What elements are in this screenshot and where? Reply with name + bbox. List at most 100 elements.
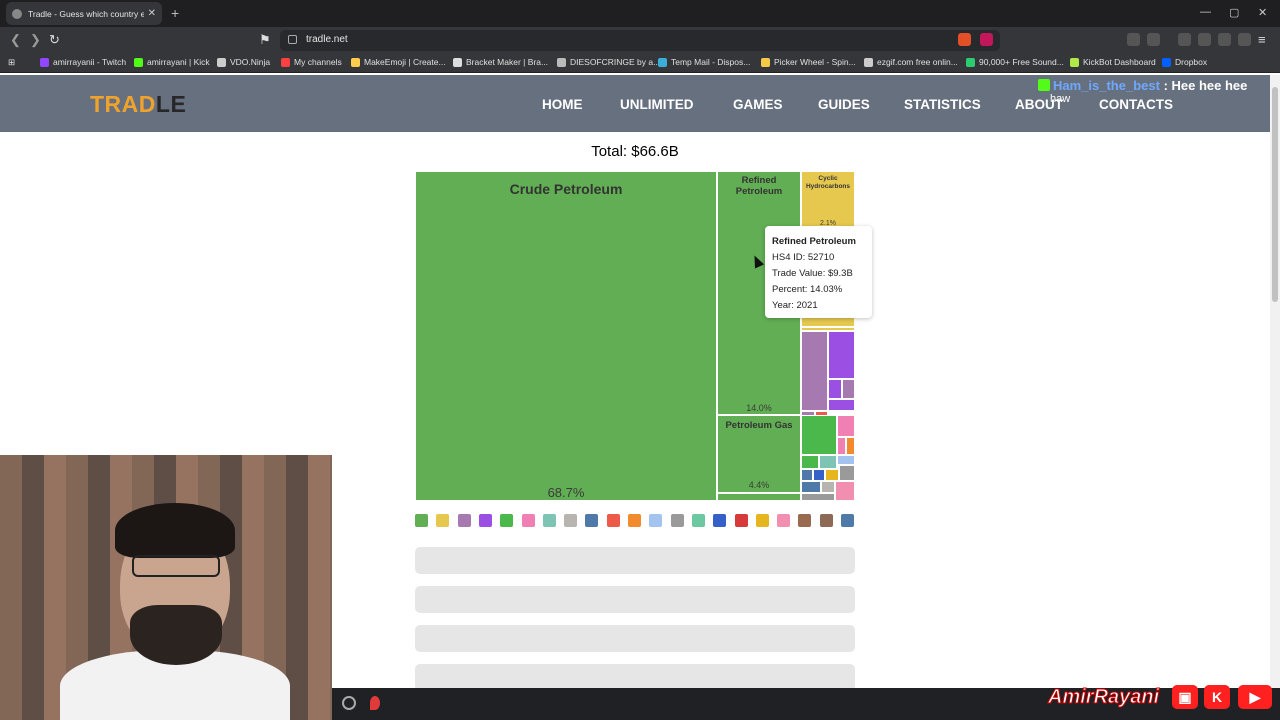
treemap-cell-minor[interactable] <box>801 481 821 493</box>
tab-close-icon[interactable]: ✕ <box>148 8 156 19</box>
minimize-icon[interactable]: — <box>1200 6 1211 18</box>
treemap-cell-minor[interactable] <box>819 455 837 469</box>
legend-swatch[interactable] <box>564 514 578 527</box>
scrollbar-thumb[interactable] <box>1272 87 1278 302</box>
maximize-icon[interactable]: ▢ <box>1229 6 1239 19</box>
treemap-cell-petroleum-gas[interactable]: Petroleum Gas 4.4% <box>717 415 801 493</box>
sidebar-icon[interactable] <box>1178 33 1191 46</box>
bookmark-item[interactable]: Picker Wheel - Spin... <box>761 57 856 67</box>
legend-swatch[interactable] <box>755 514 769 527</box>
nav-statistics[interactable]: STATISTICS <box>904 97 981 112</box>
legend-swatch[interactable] <box>819 514 833 527</box>
bookmark-icon[interactable]: ⚑ <box>259 32 271 48</box>
legend-swatch[interactable] <box>649 514 663 527</box>
treemap-cell-minor[interactable] <box>842 379 855 399</box>
wallet-icon[interactable] <box>1198 33 1211 46</box>
nav-guides[interactable]: GUIDES <box>818 97 870 112</box>
bookmark-item[interactable]: amirrayanii - Twitch <box>40 57 126 67</box>
extension-triangle-icon[interactable] <box>980 33 993 46</box>
forward-icon[interactable]: ❯ <box>30 32 41 48</box>
bookmark-favicon-icon <box>453 57 462 67</box>
bookmark-item[interactable]: KickBot Dashboard <box>1070 57 1156 67</box>
treemap-cell-small[interactable] <box>717 493 801 501</box>
legend-swatch[interactable] <box>415 514 428 527</box>
bookmark-item[interactable]: 90,000+ Free Sound... <box>966 57 1064 67</box>
bookmark-item[interactable]: amirrayani | Kick <box>134 57 210 67</box>
legend-swatch[interactable] <box>777 514 791 527</box>
bookmark-label: Dropbox <box>1175 57 1208 67</box>
treemap-cell-minor[interactable] <box>801 455 819 469</box>
legend-swatch[interactable] <box>628 514 641 527</box>
legend-swatch[interactable] <box>436 514 450 527</box>
back-icon[interactable]: ❮ <box>10 32 21 48</box>
treemap-cell-minor[interactable] <box>846 437 855 455</box>
bookmark-item[interactable]: MakeEmoji | Create... <box>351 57 446 67</box>
legend-swatch[interactable] <box>606 514 620 527</box>
treemap-cell-minor[interactable] <box>837 437 846 455</box>
tab-search-icon[interactable] <box>1147 33 1160 46</box>
shield-icon[interactable] <box>1238 33 1251 46</box>
legend-swatch[interactable] <box>457 514 471 527</box>
bookmark-label: MakeEmoji | Create... <box>364 57 446 67</box>
trade-total: Total: $66.6B <box>591 143 679 160</box>
legend-swatch[interactable] <box>691 514 705 527</box>
treemap-cell-minor[interactable] <box>828 331 855 379</box>
treemap-cell-minor[interactable] <box>801 331 828 411</box>
legend-swatch[interactable] <box>478 514 492 527</box>
bookmark-label: Picker Wheel - Spin... <box>774 57 856 67</box>
bookmark-favicon-icon <box>134 57 143 67</box>
tooltip-percent: Percent: 14.03% <box>772 284 843 295</box>
legend-swatch[interactable] <box>500 514 514 527</box>
browser-tab[interactable]: Tradle - Guess which country exp ✕ <box>6 2 162 25</box>
bookmark-item[interactable]: Temp Mail - Dispos... <box>658 57 750 67</box>
bookmark-item[interactable]: VDO.Ninja <box>217 57 270 67</box>
treemap-cell-minor[interactable] <box>801 469 813 481</box>
legend-swatch[interactable] <box>734 514 748 527</box>
new-tab-button[interactable]: + <box>171 5 179 21</box>
bookmark-item[interactable]: ezgif.com free onlin... <box>864 57 958 67</box>
window-close-icon[interactable]: ✕ <box>1258 6 1267 19</box>
extension-shield-icon[interactable] <box>958 33 971 46</box>
treemap-cell-minor[interactable] <box>801 415 837 455</box>
treemap-cell-minor[interactable] <box>828 379 842 399</box>
treemap-cell-minor[interactable] <box>837 415 855 437</box>
legend-swatch[interactable] <box>713 514 727 527</box>
nav-games[interactable]: GAMES <box>733 97 783 112</box>
treemap-cell-minor[interactable] <box>837 455 855 465</box>
treemap-cell-minor[interactable] <box>828 399 855 411</box>
site-logo[interactable]: TRADLE <box>90 91 186 118</box>
treemap-cell-crude-petroleum[interactable]: Crude Petroleum 68.7% <box>415 171 717 501</box>
treemap-cell-minor[interactable] <box>813 469 825 481</box>
apps-icon[interactable]: ⊞ <box>8 57 15 68</box>
nav-home[interactable]: HOME <box>542 97 583 112</box>
treemap-cell-minor[interactable] <box>801 493 835 501</box>
treemap-cell-minor[interactable] <box>839 465 855 481</box>
nav-unlimited[interactable]: UNLIMITED <box>620 97 694 112</box>
menu-icon[interactable]: ≡ <box>1258 32 1266 47</box>
stream-brand-overlay: AmirRayani ▣ K ▶ <box>1047 682 1276 714</box>
bookmark-item[interactable]: My channels <box>281 57 342 67</box>
treemap-cell-minor[interactable] <box>835 481 855 501</box>
legend-swatch[interactable] <box>585 514 599 527</box>
treemap-cell-minor[interactable] <box>821 481 835 493</box>
legend-swatch[interactable] <box>670 514 684 527</box>
treemap-cell-minor[interactable] <box>825 469 839 481</box>
bookmark-item[interactable]: Bracket Maker | Bra... <box>453 57 548 67</box>
bookmark-item[interactable]: Dropbox <box>1162 57 1207 67</box>
taskbar-pin-icon[interactable] <box>370 696 380 710</box>
page-scrollbar[interactable] <box>1270 75 1280 688</box>
ai-icon[interactable] <box>1218 33 1231 46</box>
address-bar[interactable]: tradle.net <box>280 30 1000 51</box>
extensions-icon[interactable] <box>1127 33 1140 46</box>
legend-swatch[interactable] <box>841 514 854 527</box>
reload-icon[interactable]: ↻ <box>49 32 60 48</box>
legend-swatch[interactable] <box>521 514 535 527</box>
site-info-icon[interactable] <box>288 35 297 44</box>
legend-swatch[interactable] <box>798 514 812 527</box>
taskbar-app-icon[interactable] <box>342 696 356 710</box>
bookmark-label: Bracket Maker | Bra... <box>466 57 549 67</box>
bookmark-favicon-icon <box>761 57 770 67</box>
bookmark-favicon-icon <box>40 57 49 67</box>
legend-swatch[interactable] <box>542 514 556 527</box>
bookmark-item[interactable]: DIESOFCRINGE by a... <box>557 57 660 67</box>
